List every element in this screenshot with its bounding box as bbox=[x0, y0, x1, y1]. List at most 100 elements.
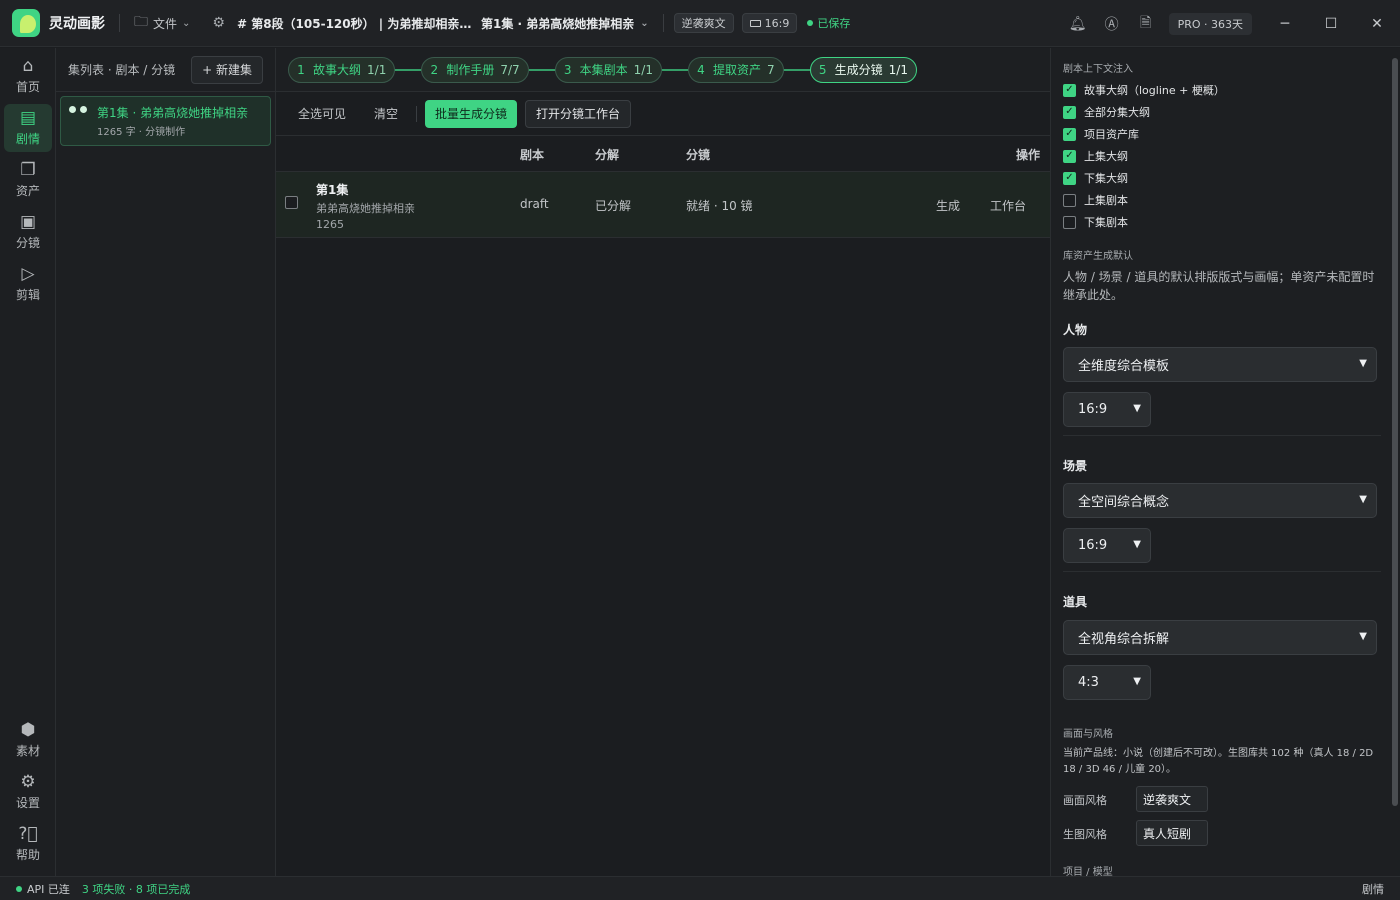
context-section-title: 剧本上下文注入 bbox=[1063, 64, 1133, 75]
close-icon[interactable]: ✕ bbox=[1354, 16, 1400, 32]
gear-icon: ⚙ bbox=[20, 772, 36, 792]
episode-card-title: 第1集 · 弟弟高烧她推掉相亲 bbox=[97, 106, 249, 120]
row-checkbox[interactable] bbox=[285, 196, 298, 209]
chevron-down-icon: ▼ bbox=[1133, 403, 1141, 414]
chevron-down-icon: ▼ bbox=[1359, 494, 1367, 505]
api-status-label: API 已连 bbox=[27, 882, 70, 896]
context-checkbox-asset-library[interactable]: ✓ 项目资产库 bbox=[1063, 126, 1139, 142]
app-name: 灵动画影 bbox=[49, 16, 105, 32]
app-window: 灵动画影 🗀 文件 ⌄ ⚙ # 第8段（105-120秒） | 为弟推却相亲约 … bbox=[0, 0, 1400, 900]
current-module-label: 剧情 bbox=[1362, 882, 1384, 896]
bell-icon[interactable]: 🔔︎ bbox=[1061, 16, 1095, 32]
step-count: 1/1 bbox=[633, 62, 653, 77]
table-row[interactable]: 第1集 弟弟高烧她推掉相亲 1265 draft 已分解 就绪 · 10 镜 生… bbox=[276, 172, 1050, 238]
episode-status-dots-icon bbox=[69, 106, 87, 113]
step-label: 制作手册 bbox=[446, 63, 495, 77]
chevron-down-icon: ▼ bbox=[1359, 631, 1367, 642]
checkbox-label: 项目资产库 bbox=[1084, 128, 1139, 141]
step-generate-storyboard[interactable]: 5 生成分镜 1/1 bbox=[809, 56, 917, 83]
nav-edit[interactable]: ▷ 剪辑 bbox=[4, 260, 52, 308]
select-visible-button[interactable]: 全选可见 bbox=[288, 100, 356, 128]
context-checkbox-next-script[interactable]: 下集剧本 bbox=[1063, 214, 1128, 230]
step-label: 故事大纲 bbox=[313, 63, 362, 77]
nav-storyboard[interactable]: ▣ 分镜 bbox=[4, 208, 52, 256]
scene-ratio-select[interactable]: 16:9 ▼ bbox=[1063, 528, 1151, 563]
api-connected-dot-icon bbox=[16, 885, 22, 892]
nav-materials[interactable]: ⬢ 素材 bbox=[4, 716, 52, 764]
nav-bottom-group: ⬢ 素材 ⚙ 设置 ?⃝ 帮助 bbox=[0, 712, 56, 872]
visual-style-field[interactable]: 逆袭爽文 bbox=[1136, 786, 1208, 812]
nav-home-label: 首页 bbox=[15, 80, 40, 94]
context-checkbox-all-outlines[interactable]: ✓ 全部分集大纲 bbox=[1063, 104, 1150, 120]
edit-icon: ▷ bbox=[21, 264, 35, 284]
checkbox-label: 上集剧本 bbox=[1084, 194, 1128, 207]
prop-template-value: 全视角综合拆解 bbox=[1078, 632, 1170, 647]
maximize-icon[interactable]: ☐ bbox=[1308, 16, 1354, 32]
chevron-down-icon: ▼ bbox=[1133, 676, 1141, 687]
ai-assistant-icon[interactable]: Ⓐ bbox=[1095, 14, 1129, 34]
episode-selector-label: 第1集 · 弟弟高烧她推掉相亲 bbox=[480, 16, 635, 31]
task-history-icon[interactable]: 🗎 bbox=[1129, 12, 1163, 36]
prop-template-select[interactable]: 全视角综合拆解 ▼ bbox=[1063, 620, 1377, 655]
minimize-icon[interactable]: ─ bbox=[1262, 16, 1308, 32]
step-episode-script[interactable]: 3 本集剧本 1/1 bbox=[554, 56, 662, 83]
nav-help-label: 帮助 bbox=[15, 848, 40, 862]
assets-icon: ❐ bbox=[20, 160, 36, 180]
step-extract-assets[interactable]: 4 提取资产 7 bbox=[687, 56, 784, 83]
project-title: # 第8段（105-120秒） | 为弟推却相亲约 【... bbox=[236, 16, 481, 31]
nav-script[interactable]: ▤ 剧情 bbox=[4, 104, 52, 152]
checkbox-checked-icon: ✓ bbox=[1063, 171, 1076, 185]
defaults-description: 人物 / 场景 / 道具的默认排版版式与画幅；单资产未配置时继承此处。 bbox=[1063, 270, 1375, 302]
open-workbench-button[interactable]: 打开分镜工作台 bbox=[525, 99, 632, 128]
chevron-down-icon: ⌄ bbox=[182, 17, 191, 29]
save-status: 已保存 bbox=[807, 15, 850, 31]
image-style-field[interactable]: 真人短剧 bbox=[1136, 820, 1208, 846]
nav-assets[interactable]: ❐ 资产 bbox=[4, 156, 52, 204]
episode-card[interactable]: 第1集 · 弟弟高烧她推掉相亲 1265 字 · 分镜制作 bbox=[60, 96, 271, 146]
job-status[interactable]: 3 项失败 · 8 项已完成 bbox=[82, 881, 190, 897]
column-actions: 操作 bbox=[1016, 148, 1041, 162]
step-production-manual[interactable]: 2 制作手册 7/7 bbox=[421, 56, 529, 83]
step-count: 7/7 bbox=[500, 62, 520, 77]
step-number: 2 bbox=[430, 62, 439, 77]
episode-card-meta: 1265 字 · 分镜制作 bbox=[97, 127, 186, 138]
step-story-outline[interactable]: 1 故事大纲 1/1 bbox=[288, 56, 396, 83]
nav-help[interactable]: ?⃝ 帮助 bbox=[4, 820, 52, 868]
episode-selector[interactable]: 第1集 · 弟弟高烧她推掉相亲 ⌄ bbox=[481, 15, 649, 32]
scene-ratio-value: 16:9 bbox=[1078, 538, 1108, 553]
aspect-ratio-chip[interactable]: 16:9 bbox=[741, 13, 798, 33]
context-checkbox-prev-script[interactable]: 上集剧本 bbox=[1063, 192, 1128, 208]
prop-ratio-select[interactable]: 4:3 ▼ bbox=[1063, 665, 1151, 700]
panel-scrollbar[interactable] bbox=[1392, 58, 1398, 806]
genre-chip[interactable]: 逆袭爽文 bbox=[673, 13, 734, 33]
context-checkbox-prev-outline[interactable]: ✓ 上集大纲 bbox=[1063, 148, 1128, 164]
batch-generate-button[interactable]: 批量生成分镜 bbox=[425, 99, 518, 128]
storyboard-toolbar: 全选可见 清空 批量生成分镜 打开分镜工作台 bbox=[276, 92, 1050, 136]
pro-badge[interactable]: PRO · 363天 bbox=[1168, 12, 1252, 35]
column-script: 剧本 bbox=[520, 148, 545, 162]
step-number: 4 bbox=[697, 62, 705, 77]
folder-icon: 🗀 bbox=[134, 14, 148, 30]
scene-template-select[interactable]: 全空间综合概念 ▼ bbox=[1063, 483, 1377, 518]
step-number: 3 bbox=[563, 62, 572, 77]
character-template-select[interactable]: 全维度综合模板 ▼ bbox=[1063, 347, 1377, 382]
episode-cell: 第1集 弟弟高烧她推掉相亲 1265 bbox=[316, 181, 415, 231]
clear-button[interactable]: 清空 bbox=[364, 100, 408, 128]
new-episode-button[interactable]: + 新建集 bbox=[191, 55, 263, 84]
step-count: 1/1 bbox=[888, 62, 908, 77]
scene-template-value: 全空间综合概念 bbox=[1078, 495, 1170, 510]
main-content: 1 故事大纲 1/1 2 制作手册 7/7 3 本集剧本 1/1 4 提取资产 … bbox=[276, 48, 1050, 876]
character-ratio-select[interactable]: 16:9 ▼ bbox=[1063, 392, 1151, 427]
nav-settings[interactable]: ⚙ 设置 bbox=[4, 768, 52, 816]
project-settings-icon[interactable]: ⚙ bbox=[212, 15, 225, 31]
checkbox-checked-icon: ✓ bbox=[1063, 105, 1076, 119]
context-checkbox-story-outline[interactable]: ✓ 故事大纲（logline + 梗概） bbox=[1063, 82, 1225, 98]
row-generate-button[interactable]: 生成 bbox=[936, 197, 960, 214]
context-checkbox-next-outline[interactable]: ✓ 下集大纲 bbox=[1063, 170, 1128, 186]
nav-home[interactable]: ⌂ 首页 bbox=[4, 52, 52, 100]
file-menu[interactable]: 🗀 文件 ⌄ bbox=[134, 11, 190, 35]
row-breakdown-status: 已分解 bbox=[595, 199, 632, 213]
character-label: 人物 bbox=[1063, 323, 1088, 337]
saved-dot-icon bbox=[807, 20, 814, 26]
row-workbench-button[interactable]: 工作台 bbox=[990, 197, 1026, 214]
